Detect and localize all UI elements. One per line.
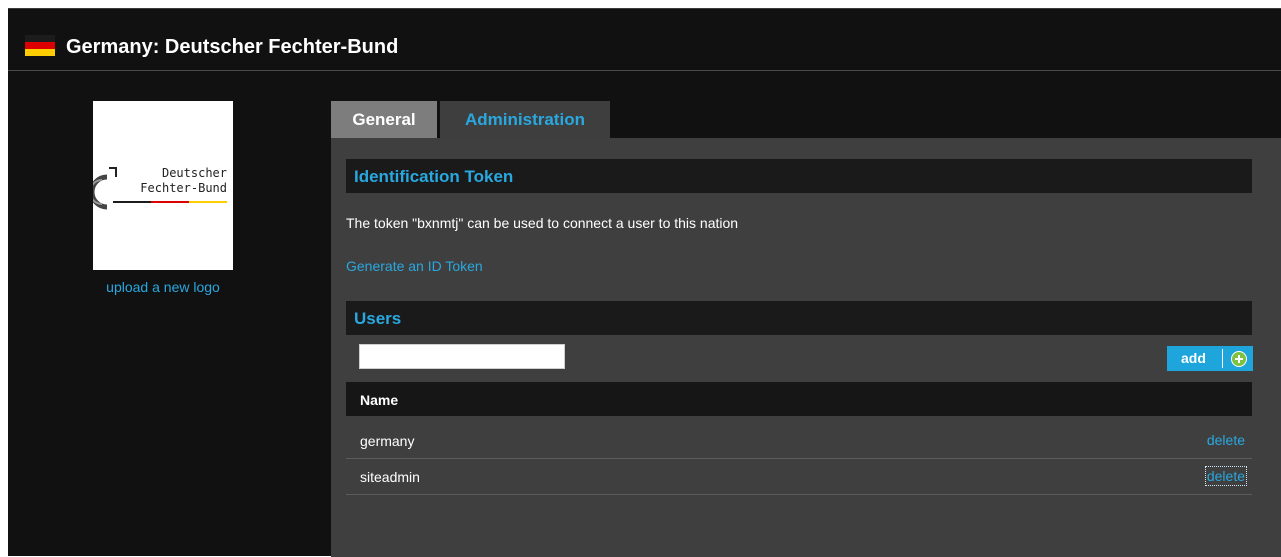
- page: Germany: Deutscher Fechter-Bund Deutsche…: [0, 0, 1281, 557]
- logo-line1: Deutscher: [162, 166, 227, 180]
- delete-user-link[interactable]: delete: [1206, 431, 1246, 449]
- token-description: The token "bxnmtj" can be used to connec…: [346, 215, 739, 231]
- table-row: germany delete: [346, 423, 1252, 459]
- users-table-header: Name: [346, 382, 1252, 416]
- page-title: Germany: Deutscher Fechter-Bund: [66, 36, 399, 58]
- user-search-input[interactable]: [359, 344, 565, 369]
- user-name: siteadmin: [360, 469, 420, 485]
- nation-logo: Deutscher Fechter-Bund: [93, 101, 233, 270]
- nation-panel: Germany: Deutscher Fechter-Bund Deutsche…: [8, 8, 1281, 557]
- user-name: germany: [360, 433, 415, 449]
- generate-id-token-link[interactable]: Generate an ID Token: [346, 258, 483, 274]
- delete-user-link[interactable]: delete: [1204, 466, 1248, 486]
- add-user-button[interactable]: add: [1167, 346, 1253, 371]
- table-row: siteadmin delete: [346, 459, 1252, 495]
- dfb-logo-image: Deutscher Fechter-Bund: [93, 166, 227, 210]
- tab-general[interactable]: General: [331, 101, 437, 138]
- administration-content: Identification Token The token "bxnmtj" …: [331, 138, 1281, 557]
- users-section-title: Users: [346, 301, 1252, 335]
- panel-header: Germany: Deutscher Fechter-Bund: [8, 9, 1281, 71]
- upload-logo-link[interactable]: upload a new logo: [68, 279, 258, 295]
- logo-line2: Fechter-Bund: [140, 181, 227, 195]
- identification-section-title: Identification Token: [346, 159, 1252, 193]
- tab-administration[interactable]: Administration: [440, 101, 610, 138]
- add-button-label: add: [1181, 350, 1206, 366]
- plus-circle-icon: [1231, 351, 1247, 367]
- germany-flag-icon: [25, 35, 55, 56]
